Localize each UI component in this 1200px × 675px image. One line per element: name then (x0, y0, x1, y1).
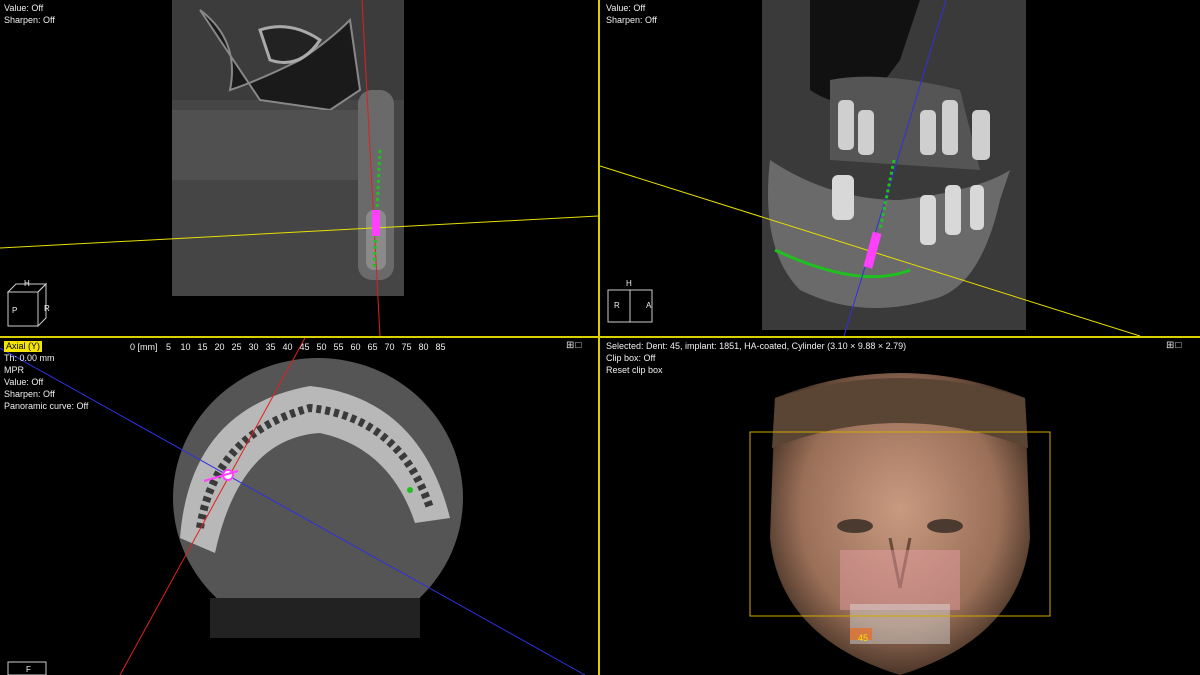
ruler-tick-label: 65 (367, 342, 378, 352)
cube-label-left: P (12, 306, 18, 315)
ruler-tick-label: 60 (350, 342, 361, 352)
ruler-tick-label: 85 (435, 342, 446, 352)
bone-overlay (840, 550, 960, 610)
ruler-unit: 0 [mm] (130, 342, 158, 352)
nerve-point (407, 487, 413, 493)
cube-label-top-coronal: H (626, 279, 632, 288)
ruler-tick-label: 45 (299, 342, 310, 352)
sharpen-status: Sharpen: Off (4, 15, 55, 25)
ruler-tick-label: 20 (214, 342, 225, 352)
cube-label-right-coronal: A (646, 301, 652, 310)
3d-view[interactable]: 45 ⊞□ Selected: Dent: 45, implant: 1851,… (600, 338, 1200, 675)
window-buttons-3d[interactable]: ⊞□ (1166, 340, 1182, 351)
cube-label-bottom-axial: F (26, 665, 31, 674)
ruler-ticks: 5 10 15 20 25 30 35 40 45 50 55 60 65 70 75 80 85 (160, 342, 449, 352)
ruler-tick-label: 5 (166, 342, 172, 352)
view-info-coronal: Value: Off Sharpen: Off (606, 2, 657, 26)
ruler-tick-label: 35 (265, 342, 276, 352)
horizontal-divider[interactable] (0, 336, 1200, 338)
tooth-number-label: 45 (858, 633, 869, 643)
ruler-tick-label: 15 (197, 342, 208, 352)
view-info-axial: Axial (Y) Th: 0.00 mm MPR Value: Off Sha… (4, 340, 88, 412)
panoramic-status: Panoramic curve: Off (4, 401, 89, 411)
value-status: Value: Off (4, 3, 44, 13)
cube-label-top: H (24, 279, 30, 288)
cube-label-right: R (44, 304, 50, 313)
reset-clip-box-link[interactable]: Reset clip box (606, 364, 906, 376)
mm-ruler: 0 [mm] 5 10 15 20 25 30 35 40 45 50 55 60 65 70 75 80 85 (130, 342, 449, 352)
axial-view[interactable]: 0 [mm] 5 10 15 20 25 30 35 40 45 50 55 60 65 70 75 80 85… (0, 338, 598, 675)
selected-implant-info: Selected: Dent: 45, implant: 1851, HA-co… (606, 341, 907, 351)
ruler-tick-label: 25 (231, 342, 242, 352)
ruler-tick-label: 10 (180, 342, 191, 352)
ruler-tick-label: 30 (248, 342, 259, 352)
value-status-coronal: Value: Off (606, 3, 646, 13)
mode-status: MPR (4, 365, 24, 375)
implant-marker[interactable] (372, 210, 380, 236)
ruler-tick-label: 40 (282, 342, 293, 352)
sagittal-view[interactable]: Value: Off Sharpen: Off H P R (0, 0, 598, 336)
sagittal-image (0, 0, 598, 336)
coronal-view[interactable]: Value: Off Sharpen: Off H R A (600, 0, 1200, 336)
ruler-tick-label: 70 (384, 342, 395, 352)
cube-label-left-coronal: R (614, 301, 620, 310)
coronal-image (600, 0, 1141, 336)
view-info: Value: Off Sharpen: Off (4, 2, 55, 26)
clip-box-status[interactable]: Clip box: Off (606, 352, 906, 364)
window-buttons-axial[interactable]: ⊞□ (566, 340, 582, 351)
3d-face-render (749, 373, 1051, 675)
ruler-tick-label: 75 (401, 342, 412, 352)
view-name-badge[interactable]: Axial (Y) (4, 341, 43, 352)
ruler-tick-label: 80 (418, 342, 429, 352)
axial-image (0, 338, 586, 675)
sharpen-status-coronal: Sharpen: Off (606, 15, 657, 25)
sharpen-status-axial: Sharpen: Off (4, 389, 55, 399)
ruler-tick-label: 55 (333, 342, 344, 352)
thickness-status: Th: 0.00 mm (4, 353, 55, 363)
value-status-axial: Value: Off (4, 377, 44, 387)
ruler-tick-label: 50 (316, 342, 327, 352)
view-info-3d: Selected: Dent: 45, implant: 1851, HA-co… (606, 340, 906, 376)
